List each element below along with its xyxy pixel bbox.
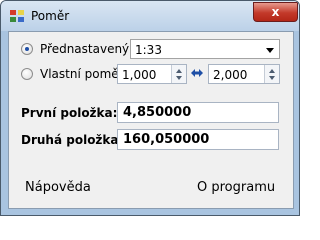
dialog-window: Poměr x Přednastavený poměr 1:33 Vlastní… — [0, 0, 300, 216]
custom-ratio-left-value[interactable]: 1,000 — [122, 68, 156, 82]
first-item-field[interactable]: 4,850000 — [117, 102, 279, 123]
second-item-value[interactable]: 160,050000 — [123, 132, 209, 147]
second-item-field[interactable]: 160,050000 — [117, 129, 279, 150]
first-item-label: První položka: — [21, 106, 118, 120]
preset-ratio-value: 1:33 — [135, 43, 162, 57]
swap-arrows-icon[interactable] — [190, 68, 204, 78]
second-item-label: Druhá položka: — [21, 133, 124, 147]
spin-down-icon[interactable] — [176, 76, 182, 80]
preset-ratio-select[interactable]: 1:33 — [130, 39, 280, 59]
window-title: Poměr — [31, 9, 70, 23]
custom-ratio-right-value[interactable]: 2,000 — [213, 68, 247, 82]
close-button[interactable]: x — [253, 2, 298, 22]
right-stepper-buttons — [264, 65, 279, 83]
spin-up-icon[interactable] — [176, 69, 182, 73]
custom-ratio-radio[interactable] — [21, 68, 33, 80]
about-link[interactable]: O programu — [197, 180, 275, 195]
spin-up-icon[interactable] — [269, 69, 275, 73]
custom-ratio-right-stepper[interactable]: 2,000 — [208, 64, 280, 84]
custom-ratio-label[interactable]: Vlastní poměr — [40, 67, 124, 81]
app-icon — [10, 10, 24, 22]
dialog-content: Přednastavený poměr 1:33 Vlastní poměr 1… — [8, 31, 294, 209]
spin-down-icon[interactable] — [269, 76, 275, 80]
help-link[interactable]: Nápověda — [25, 180, 91, 195]
left-stepper-buttons — [171, 65, 186, 83]
chevron-down-icon[interactable] — [266, 48, 274, 53]
preset-ratio-radio[interactable] — [21, 43, 33, 55]
custom-ratio-left-stepper[interactable]: 1,000 — [117, 64, 187, 84]
title-bar: Poměr x — [1, 1, 299, 31]
first-item-value[interactable]: 4,850000 — [123, 105, 191, 120]
